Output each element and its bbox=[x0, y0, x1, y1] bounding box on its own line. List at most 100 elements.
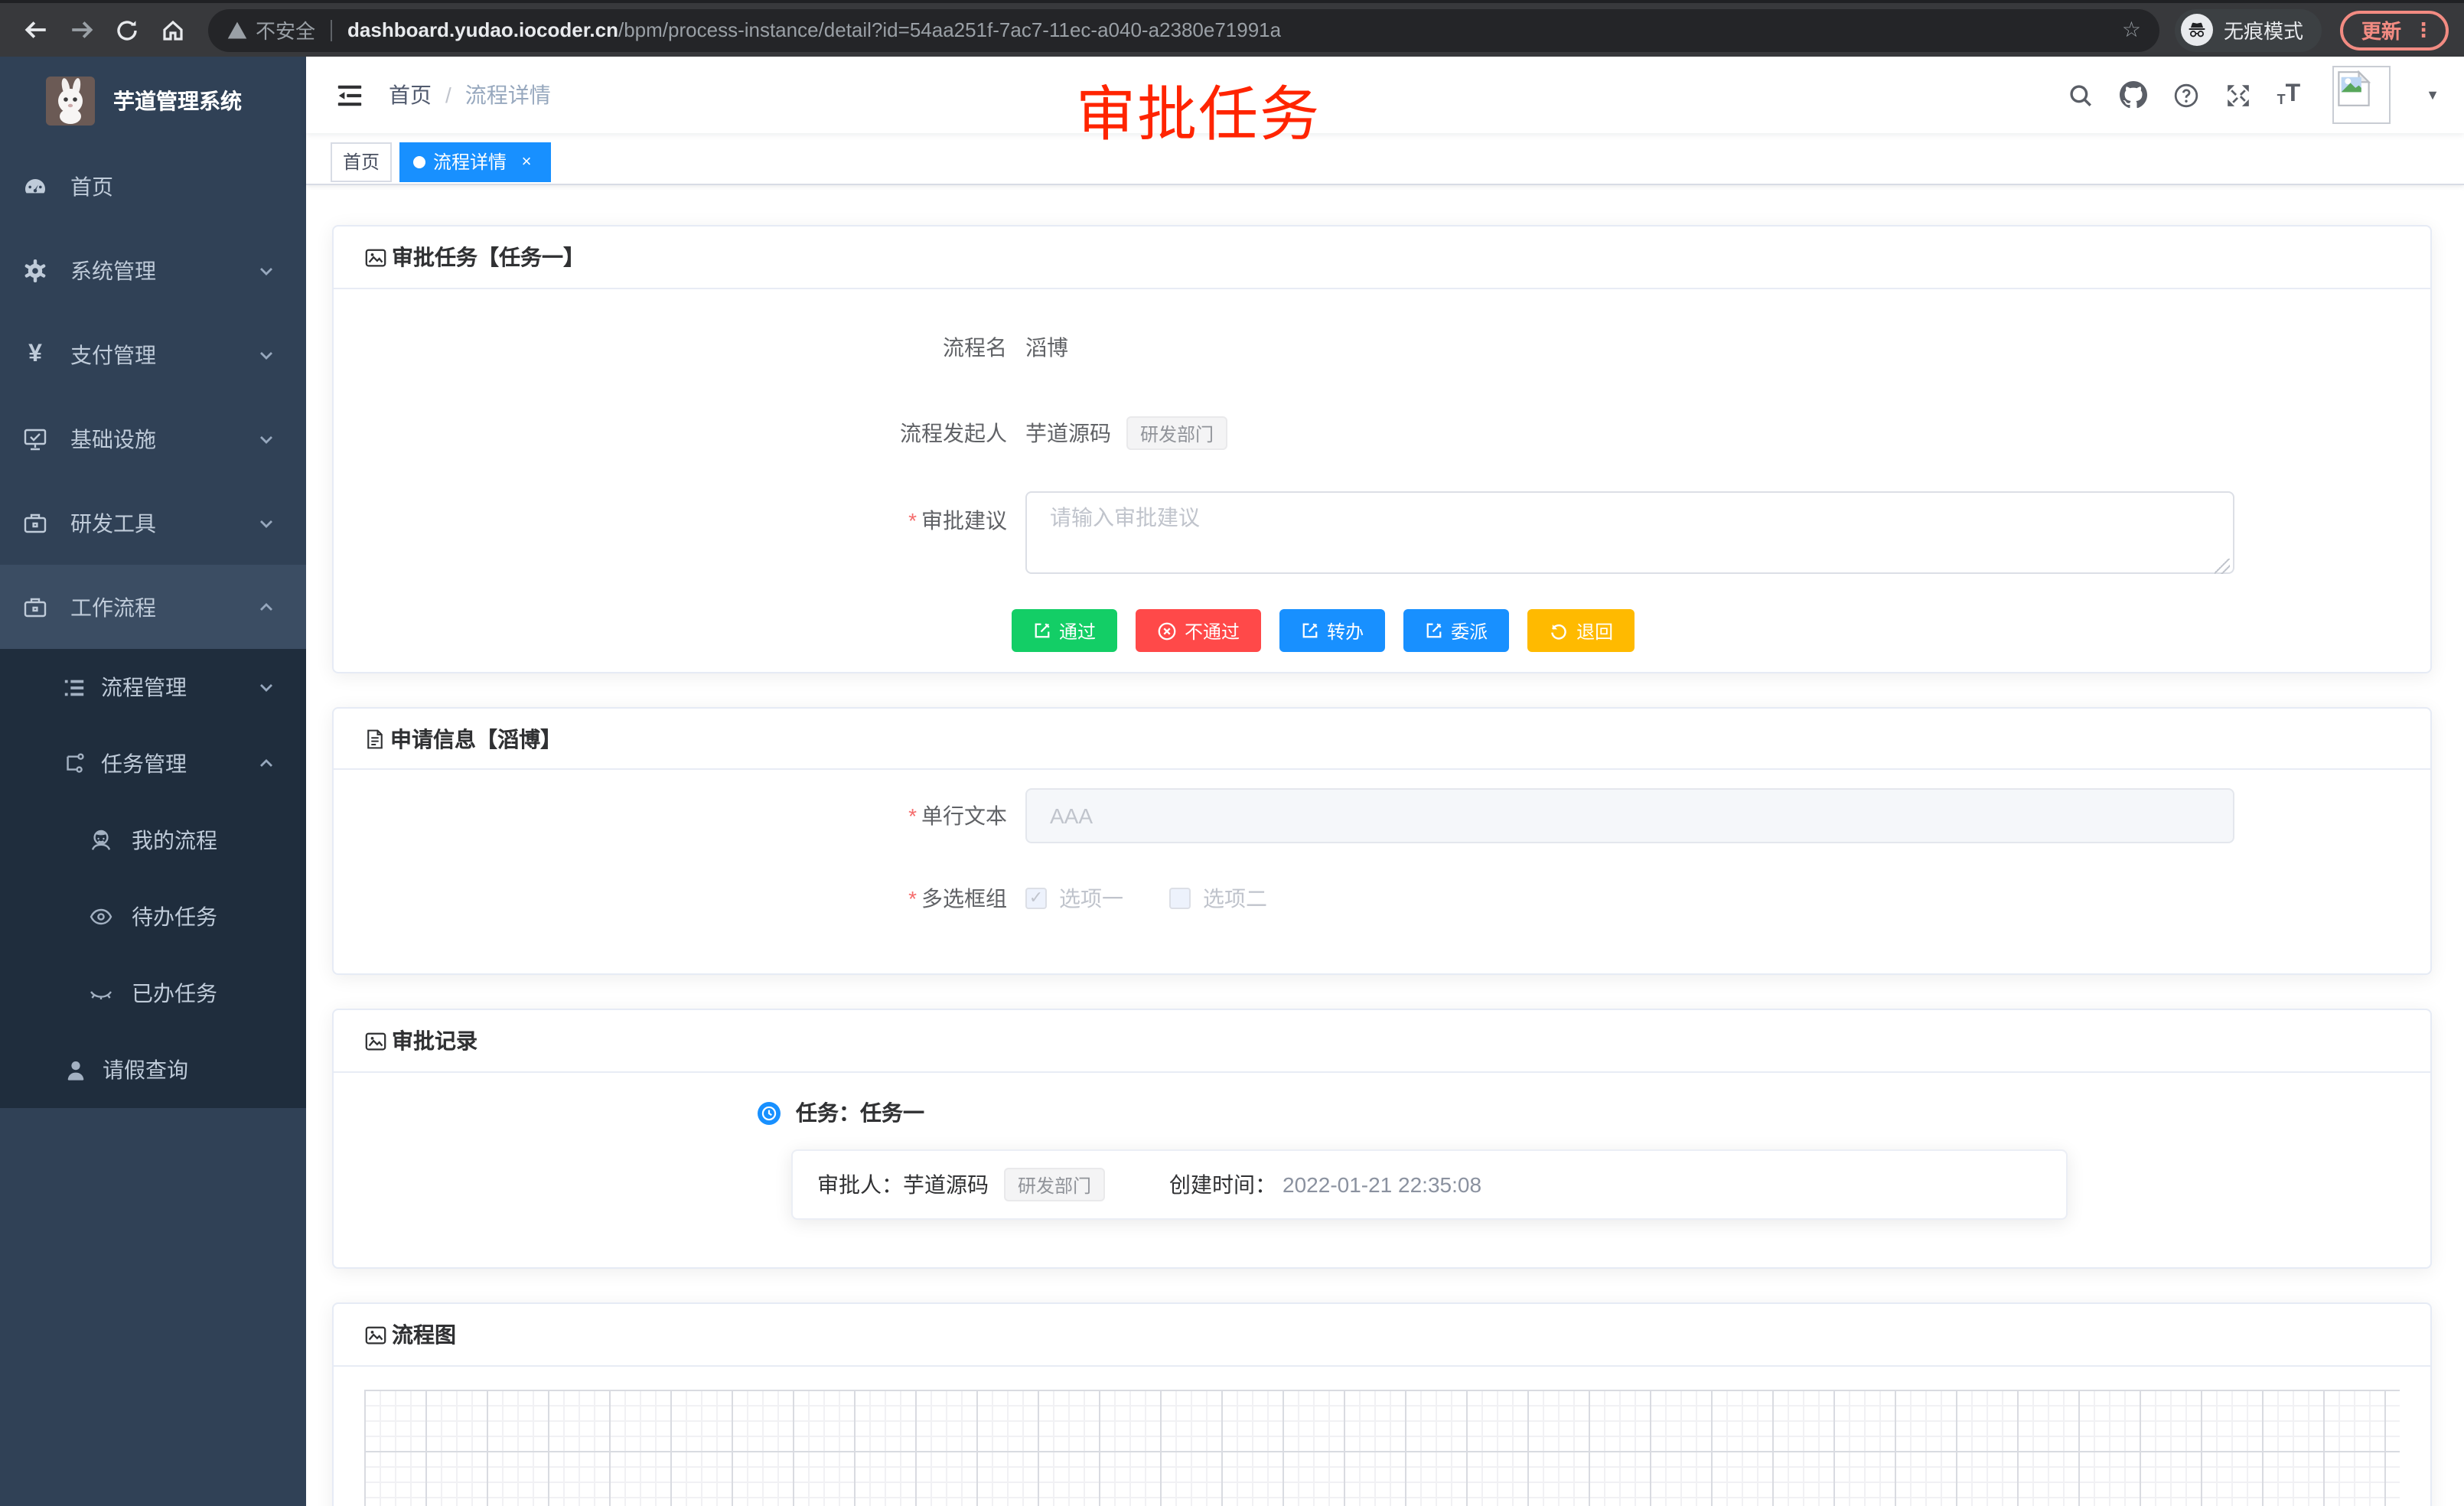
sidebar-item-label: 系统管理 bbox=[70, 255, 156, 285]
sidebar-item-label: 流程管理 bbox=[101, 672, 187, 702]
approval-timeline: 任务：任务一 审批人： 芋道源码 研发部门 创建时间： 2022-01-21 2… bbox=[758, 1097, 2400, 1220]
reject-button[interactable]: 不通过 bbox=[1136, 609, 1261, 652]
reload-icon[interactable] bbox=[107, 10, 147, 50]
incognito-icon bbox=[2181, 14, 2213, 46]
process-name-row: 流程名 滔博 bbox=[364, 320, 2400, 375]
sidebar-item-system[interactable]: 系统管理 bbox=[0, 228, 306, 312]
tag-home[interactable]: 首页 bbox=[331, 142, 392, 181]
checkbox-option-1[interactable]: ✓ 选项一 bbox=[1025, 883, 1123, 914]
dept-tag: 研发部门 bbox=[1004, 1168, 1105, 1201]
briefcase-icon bbox=[23, 595, 47, 619]
tag-process-detail[interactable]: 流程详情 × bbox=[399, 142, 551, 181]
security-label: 不安全 bbox=[256, 15, 315, 44]
fullscreen-icon[interactable] bbox=[2225, 82, 2251, 108]
return-button[interactable]: 退回 bbox=[1527, 609, 1635, 652]
briefcase-icon bbox=[23, 510, 47, 535]
chevron-up-icon bbox=[257, 598, 275, 616]
initiator-value: 芋道源码 研发部门 bbox=[1025, 416, 1227, 450]
eye-open-icon bbox=[89, 905, 113, 929]
tag-close-icon[interactable]: × bbox=[516, 151, 537, 172]
navbar: 首页 / 流程详情 bbox=[306, 57, 2464, 133]
breadcrumb-home[interactable]: 首页 bbox=[389, 80, 432, 110]
github-icon[interactable] bbox=[2120, 81, 2147, 109]
record-card-header: 审批记录 bbox=[334, 1010, 2430, 1073]
checkbox-option-2[interactable]: 选项二 bbox=[1169, 883, 1267, 914]
tag-label: 首页 bbox=[343, 148, 380, 174]
required-asterisk: * bbox=[908, 508, 917, 533]
chrome-update-button[interactable]: 更新 ⋮ bbox=[2340, 10, 2449, 50]
checkbox-group-row: *多选框组 ✓ 选项一 选项二 bbox=[364, 883, 2400, 914]
sidebar-item-label: 工作流程 bbox=[70, 592, 156, 622]
search-icon[interactable] bbox=[2068, 82, 2094, 108]
caret-down-icon[interactable]: ▼ bbox=[2426, 87, 2440, 103]
divider bbox=[331, 19, 332, 41]
bookmark-star-icon[interactable]: ☆ bbox=[2122, 17, 2141, 43]
back-icon[interactable] bbox=[15, 10, 55, 50]
yen-icon: ¥ bbox=[23, 342, 47, 367]
breadcrumb-current: 流程详情 bbox=[465, 80, 551, 110]
approver-name: 芋道源码 bbox=[903, 1169, 989, 1200]
sidebar-item-label: 首页 bbox=[70, 171, 113, 201]
delegate-button[interactable]: 委派 bbox=[1403, 609, 1509, 652]
sidebar-item-infra[interactable]: 基础设施 bbox=[0, 396, 306, 481]
browser-toolbar: 不安全 dashboard.yudao.iocoder.cn /bpm/proc… bbox=[0, 0, 2464, 57]
forward-icon[interactable] bbox=[61, 10, 101, 50]
initiator-name: 芋道源码 bbox=[1025, 418, 1111, 448]
hamburger-icon[interactable] bbox=[321, 67, 376, 122]
sidebar-item-workflow[interactable]: 工作流程 bbox=[0, 565, 306, 649]
chevron-down-icon bbox=[257, 513, 275, 532]
font-size-icon[interactable]: TT bbox=[2277, 83, 2301, 107]
single-line-text-input[interactable] bbox=[1025, 788, 2234, 843]
approval-card-header: 审批任务【任务一】 bbox=[334, 227, 2430, 289]
sidebar-item-my-process[interactable]: 我的流程 bbox=[0, 802, 306, 878]
url-domain: dashboard.yudao.iocoder.cn bbox=[347, 18, 618, 41]
broken-image-icon bbox=[2337, 70, 2371, 107]
browser-menu-icon[interactable]: ⋮ bbox=[2413, 18, 2433, 42]
approval-comment-input[interactable] bbox=[1025, 491, 2234, 574]
home-icon[interactable] bbox=[153, 10, 193, 50]
transfer-button[interactable]: 转办 bbox=[1279, 609, 1385, 652]
approve-button[interactable]: 通过 bbox=[1012, 609, 1117, 652]
incognito-badge: 无痕模式 bbox=[2175, 8, 2322, 51]
application-card-header: 申请信息【滔博】 bbox=[334, 709, 2430, 770]
sidebar-item-label: 我的流程 bbox=[132, 825, 217, 856]
approval-record-card: 审批记录 任务：任务一 审批人： 芋道 bbox=[332, 1009, 2432, 1269]
card-title: 流程图 bbox=[392, 1319, 456, 1350]
screenshot-annotation: 审批任务 bbox=[1076, 67, 1321, 153]
text-field-row: *单行文本 bbox=[364, 788, 2400, 843]
resize-grip[interactable] bbox=[2215, 559, 2230, 574]
picture-icon bbox=[364, 246, 387, 269]
field-label: *审批建议 bbox=[364, 491, 1025, 536]
sidebar-item-devtools[interactable]: 研发工具 bbox=[0, 481, 306, 565]
application-info-card: 申请信息【滔博】 *单行文本 *多选框组 ✓ 选项一 bbox=[332, 707, 2432, 975]
security-warning[interactable]: 不安全 bbox=[227, 15, 315, 44]
incognito-label: 无痕模式 bbox=[2224, 15, 2303, 44]
timeline-item-head: 任务：任务一 bbox=[758, 1097, 2400, 1128]
diagram-card-header: 流程图 bbox=[334, 1304, 2430, 1367]
avatar[interactable] bbox=[2332, 66, 2391, 124]
sidebar-item-todo-tasks[interactable]: 待办任务 bbox=[0, 878, 306, 955]
sidebar-item-process-mgmt[interactable]: 流程管理 bbox=[0, 649, 306, 725]
sidebar-item-task-mgmt[interactable]: 任务管理 bbox=[0, 725, 306, 802]
app-logo-rabbit bbox=[46, 76, 95, 125]
approver-label: 审批人： bbox=[817, 1169, 903, 1200]
workflow-submenu: 流程管理 任务管理 bbox=[0, 649, 306, 1108]
page-content: 审批任务【任务一】 流程名 滔博 流程发起人 芋道源码 研发部门 bbox=[306, 185, 2464, 1506]
sidebar-item-home[interactable]: 首页 bbox=[0, 144, 306, 228]
edit-icon bbox=[1425, 621, 1443, 640]
sidebar-item-done-tasks[interactable]: 已办任务 bbox=[0, 955, 306, 1032]
edit-icon bbox=[1033, 621, 1051, 640]
bpmn-diagram-canvas[interactable] bbox=[364, 1390, 2400, 1506]
approval-task-card: 审批任务【任务一】 流程名 滔博 流程发起人 芋道源码 研发部门 bbox=[332, 225, 2432, 673]
sidebar-item-leave-query[interactable]: 请假查询 bbox=[0, 1032, 306, 1108]
app-logo-row[interactable]: 芋道管理系统 bbox=[0, 57, 306, 144]
field-label: 流程发起人 bbox=[364, 418, 1025, 448]
circle-close-icon bbox=[1157, 621, 1177, 641]
eye-closed-icon bbox=[89, 981, 113, 1006]
address-bar[interactable]: 不安全 dashboard.yudao.iocoder.cn /bpm/proc… bbox=[208, 8, 2159, 51]
document-icon bbox=[364, 728, 386, 749]
checkbox-checked-icon: ✓ bbox=[1025, 888, 1047, 909]
field-label: 流程名 bbox=[364, 332, 1025, 363]
help-icon[interactable] bbox=[2173, 82, 2199, 108]
sidebar-item-payment[interactable]: ¥ 支付管理 bbox=[0, 312, 306, 396]
